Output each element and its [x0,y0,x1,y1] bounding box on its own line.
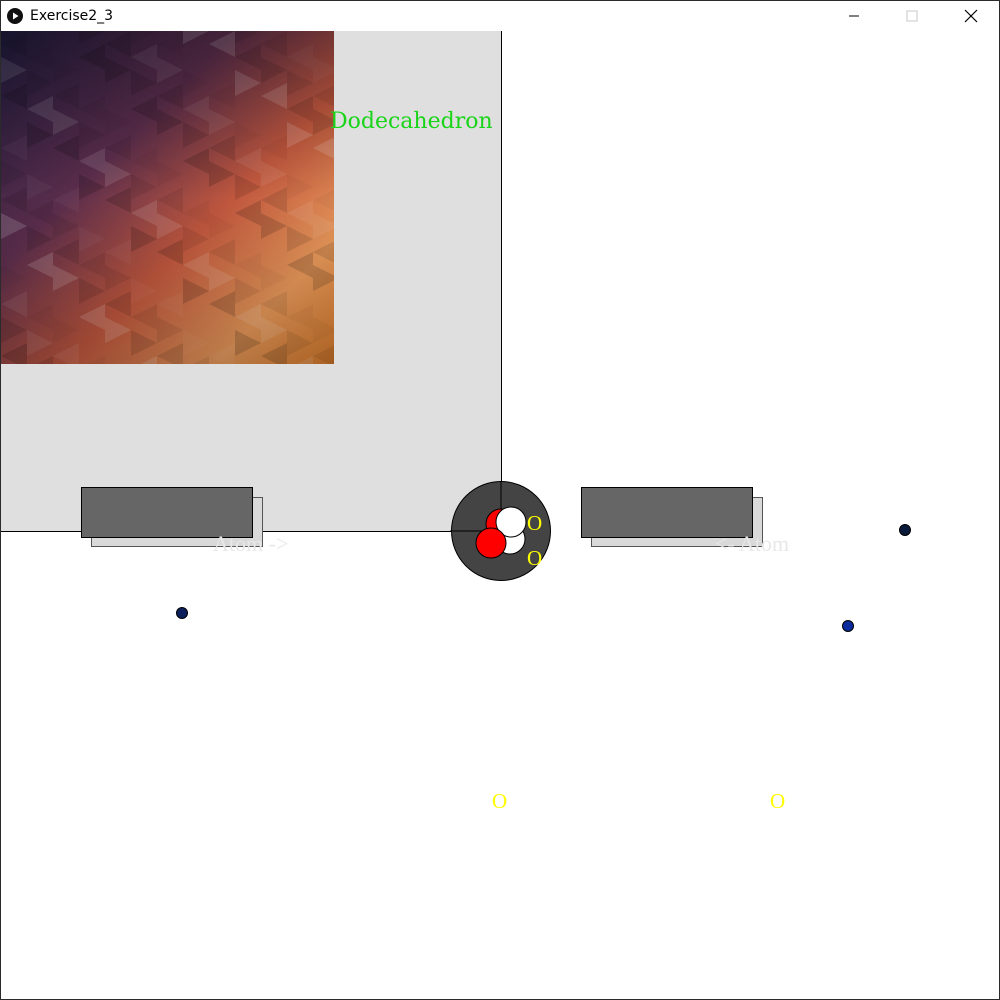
atom-label-o-bottom: O [527,546,543,570]
left-atom-button-label: Atom -> [213,531,289,556]
minimize-button[interactable] [831,1,877,31]
particle-dot-left [176,607,188,619]
close-icon [964,9,978,23]
maximize-icon [906,10,918,22]
close-button[interactable] [948,1,994,31]
sketch-canvas[interactable]: Dodecahedron Atom -> <- Atom O O O O [1,31,999,999]
particle-dot-right-top [899,524,911,536]
geometric-artwork-image [1,31,334,364]
atom-label-o-top: O [527,511,543,535]
processing-app-icon [7,8,23,24]
right-atom-button-label: <- Atom [715,531,790,556]
floating-o-label-right: O [770,789,786,813]
oxygen-atom-front [475,527,507,559]
window-title: Exercise2_3 [30,8,114,24]
dodecahedron-label: Dodecahedron [330,109,493,134]
maximize-button[interactable] [889,1,935,31]
title-bar[interactable]: Exercise2_3 [1,1,999,31]
floating-o-label-center: O [492,789,508,813]
particle-dot-right-bottom [842,620,854,632]
minimize-icon [849,15,859,17]
